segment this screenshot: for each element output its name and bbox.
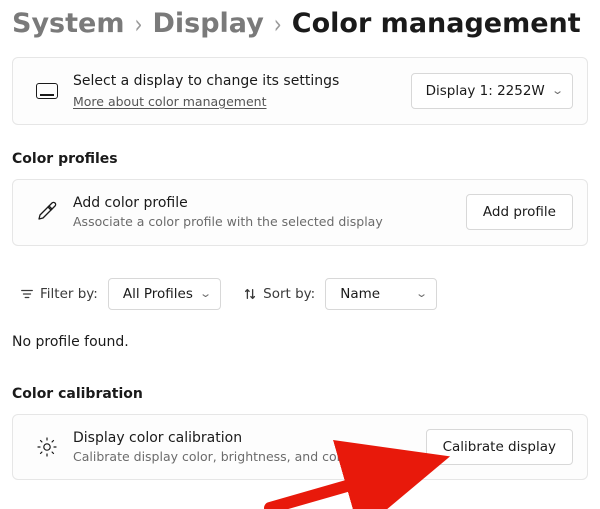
- add-profile-title: Add color profile: [73, 194, 458, 213]
- sort-by-label: Sort by:: [263, 286, 315, 302]
- filter-by-label: Filter by:: [40, 286, 98, 302]
- display-card-title: Select a display to change its settings: [73, 72, 403, 91]
- chevron-down-icon: ⌄: [415, 287, 428, 300]
- chevron-right-icon: ›: [274, 8, 282, 39]
- display-selector-value: Display 1: 2252W: [426, 83, 545, 99]
- breadcrumb-current: Color management: [292, 8, 581, 39]
- filter-icon: [20, 287, 34, 301]
- breadcrumb-system[interactable]: System: [12, 8, 124, 39]
- chevron-down-icon: ⌄: [199, 287, 212, 300]
- sort-icon: [243, 287, 257, 301]
- breadcrumb-display[interactable]: Display: [152, 8, 263, 39]
- display-icon: [27, 83, 67, 99]
- sort-selector[interactable]: Name ⌄: [325, 278, 437, 310]
- sort-label-group: Sort by:: [243, 286, 315, 302]
- display-selector[interactable]: Display 1: 2252W ⌄: [411, 73, 573, 109]
- section-color-profiles: Color profiles: [0, 139, 600, 179]
- section-color-calibration: Color calibration: [0, 358, 600, 414]
- add-profile-button-label: Add profile: [483, 204, 556, 220]
- no-profile-found: No profile found.: [0, 312, 600, 358]
- filter-label-group: Filter by:: [20, 286, 98, 302]
- display-calibration-card: Display color calibration Calibrate disp…: [12, 414, 588, 481]
- add-profile-button[interactable]: Add profile: [466, 194, 573, 230]
- calibrate-display-button[interactable]: Calibrate display: [426, 429, 573, 465]
- chevron-down-icon: ⌄: [551, 84, 564, 97]
- calibration-sub: Calibrate display color, brightness, and…: [73, 449, 418, 466]
- calibration-title: Display color calibration: [73, 429, 418, 448]
- breadcrumb: System › Display › Color management: [0, 0, 600, 57]
- filter-selector[interactable]: All Profiles ⌄: [108, 278, 221, 310]
- eyedropper-icon: [27, 200, 67, 224]
- filter-selector-value: All Profiles: [123, 286, 193, 302]
- display-selector-card: Select a display to change its settings …: [12, 57, 588, 125]
- chevron-right-icon: ›: [134, 8, 142, 39]
- more-about-color-management-link[interactable]: More about color management: [73, 94, 267, 109]
- filter-sort-row: Filter by: All Profiles ⌄ Sort by: Name …: [0, 260, 600, 312]
- add-profile-sub: Associate a color profile with the selec…: [73, 214, 458, 231]
- brightness-icon: [27, 435, 67, 459]
- sort-selector-value: Name: [340, 286, 380, 302]
- add-color-profile-card: Add color profile Associate a color prof…: [12, 179, 588, 246]
- calibrate-display-button-label: Calibrate display: [443, 439, 556, 455]
